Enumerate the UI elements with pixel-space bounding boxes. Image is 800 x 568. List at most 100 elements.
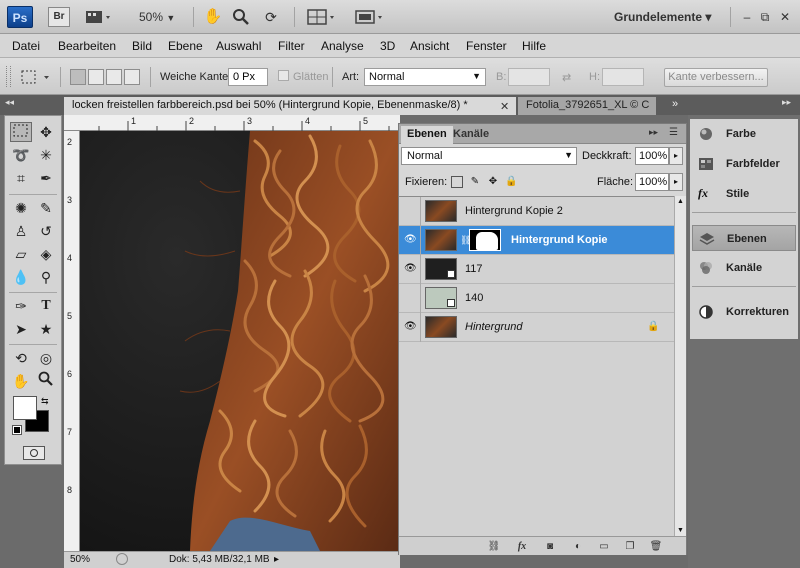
hand-tool-icon[interactable]: ✋ — [202, 7, 224, 27]
dock-item-farbfelder[interactable]: Farbfelder — [692, 151, 796, 177]
new-group-icon[interactable]: ▭ — [597, 540, 611, 553]
menu-bild[interactable]: Bild — [132, 39, 152, 53]
lock-transparency-icon[interactable] — [451, 176, 463, 188]
zoom-tool-icon[interactable] — [35, 371, 57, 391]
visibility-toggle[interactable]: 👁 — [399, 226, 421, 255]
status-menu-arrow[interactable]: ▸ — [274, 554, 279, 565]
bridge-button[interactable]: Br — [48, 7, 70, 27]
dock-item-farbe[interactable]: Farbe — [692, 121, 796, 147]
paint-bucket-tool-icon[interactable]: ◈ — [35, 244, 57, 264]
brush-tool-icon[interactable]: ✎ — [35, 198, 57, 218]
rotate-view-icon[interactable]: ⟳ — [260, 7, 282, 27]
magic-wand-tool-icon[interactable]: ✳ — [35, 145, 57, 165]
menu-fenster[interactable]: Fenster — [466, 39, 507, 53]
restore-button[interactable]: ⧉ — [756, 9, 774, 25]
dock-item-stile[interactable]: fx Stile — [692, 181, 796, 207]
zoom-tool-icon[interactable] — [230, 7, 252, 27]
menu-datei[interactable]: Datei — [12, 39, 40, 53]
history-brush-tool-icon[interactable]: ↺ — [35, 221, 57, 241]
close-icon[interactable]: ✕ — [500, 100, 509, 113]
add-selection-icon[interactable] — [88, 69, 104, 85]
tab-channels[interactable]: Kanäle — [447, 126, 495, 144]
tab-document-active[interactable]: locken freistellen farbbereich.psd bei 5… — [64, 97, 516, 115]
refine-edge-button[interactable]: Kante verbessern... — [664, 68, 768, 87]
type-tool-icon[interactable]: T — [35, 296, 57, 316]
feather-input[interactable] — [228, 68, 268, 86]
zoom-level-dropdown[interactable]: 50% ▼ — [130, 7, 182, 27]
lasso-tool-icon[interactable]: ➰ — [10, 145, 32, 165]
quick-mask-icon[interactable] — [23, 446, 45, 460]
tab-overflow-icon[interactable]: » — [672, 98, 678, 110]
new-layer-icon[interactable]: ❐ — [623, 540, 637, 553]
add-mask-icon[interactable]: ◙ — [543, 540, 557, 553]
menu-analyse[interactable]: Analyse — [321, 39, 364, 53]
default-colors-icon[interactable] — [12, 425, 22, 435]
crop-tool-icon[interactable]: ⌗ — [10, 168, 32, 188]
status-zoom[interactable]: 50% — [70, 554, 90, 565]
layer-mask-thumbnail[interactable] — [469, 229, 501, 251]
dodge-tool-icon[interactable]: ⚲ — [35, 267, 57, 287]
opacity-input[interactable]: 100% — [635, 147, 669, 165]
collapse-right-icon[interactable]: ▸▸ — [782, 97, 791, 108]
pen-tool-icon[interactable]: ✑ — [10, 296, 32, 316]
3d-orbit-tool-icon[interactable]: ◎ — [35, 348, 57, 368]
menu-filter[interactable]: Filter — [278, 39, 305, 53]
blur-tool-icon[interactable]: 💧 — [10, 267, 32, 287]
layers-scrollbar[interactable]: ▲ ▼ — [674, 196, 686, 536]
opacity-slider-arrow[interactable]: ▸ — [669, 147, 683, 165]
image-canvas[interactable] — [80, 131, 400, 551]
tool-preset-picker[interactable] — [18, 67, 54, 87]
dock-item-korrekturen[interactable]: Korrekturen — [692, 299, 796, 325]
scroll-up-icon[interactable]: ▲ — [677, 198, 684, 205]
options-grip[interactable] — [6, 66, 11, 87]
intersect-selection-icon[interactable] — [124, 69, 140, 85]
link-layers-icon[interactable]: ⛓ — [487, 540, 501, 553]
blend-mode-select[interactable]: Normal ▼ — [401, 147, 577, 165]
menu-hilfe[interactable]: Hilfe — [522, 39, 546, 53]
hand-tool-icon[interactable]: ✋ — [10, 371, 32, 391]
layer-row[interactable]: 140 — [399, 284, 674, 313]
lock-all-icon[interactable]: 🔒 — [505, 176, 517, 188]
antialias-checkbox[interactable] — [278, 70, 289, 81]
visibility-toggle[interactable]: 👁 — [399, 313, 421, 342]
collapse-left-icon[interactable]: ◂◂ — [5, 97, 14, 108]
layer-row[interactable]: 👁 117 — [399, 255, 674, 284]
eraser-tool-icon[interactable]: ▱ — [10, 244, 32, 264]
workspace-switcher[interactable]: Grundelemente ▾ — [614, 10, 711, 24]
marquee-tool-icon[interactable] — [10, 122, 32, 142]
custom-shape-tool-icon[interactable]: ★ — [35, 319, 57, 339]
move-tool-icon[interactable]: ✥ — [35, 122, 57, 142]
screen-mode-button[interactable] — [352, 7, 388, 27]
dock-item-kanale[interactable]: Kanäle — [692, 255, 796, 281]
delete-layer-icon[interactable]: 🗑 — [649, 540, 663, 553]
menu-auswahl[interactable]: Auswahl — [216, 39, 261, 53]
minimize-button[interactable]: – — [738, 9, 756, 25]
visibility-toggle[interactable]: 👁 — [399, 255, 421, 284]
3d-rotate-tool-icon[interactable]: ⟲ — [10, 348, 32, 368]
lock-image-icon[interactable]: ✎ — [469, 176, 481, 188]
clone-stamp-tool-icon[interactable]: ♙ — [10, 221, 32, 241]
panel-menu-icon[interactable]: ☰ — [669, 127, 678, 138]
eyedropper-tool-icon[interactable]: ✒ — [35, 168, 57, 188]
fill-slider-arrow[interactable]: ▸ — [669, 173, 683, 191]
layer-style-icon[interactable]: fx — [515, 540, 529, 553]
panel-collapse-icon[interactable]: ▸▸ — [649, 127, 658, 138]
visibility-toggle[interactable] — [399, 284, 421, 313]
layer-row[interactable]: 👁 Hintergrund 🔒 — [399, 313, 674, 342]
swap-colors-icon[interactable]: ⇆ — [41, 396, 49, 407]
menu-3d[interactable]: 3D — [380, 39, 395, 53]
foreground-color-swatch[interactable] — [13, 396, 37, 420]
tab-layers[interactable]: Ebenen — [401, 126, 453, 144]
path-selection-tool-icon[interactable]: ➤ — [10, 319, 32, 339]
close-button[interactable]: ✕ — [776, 9, 794, 25]
layer-row-selected[interactable]: 👁 ⛓ Hintergrund Kopie — [399, 226, 674, 255]
menu-ansicht[interactable]: Ansicht — [410, 39, 449, 53]
color-swatches[interactable]: ⇆ — [12, 396, 53, 436]
lock-position-icon[interactable]: ✥ — [487, 176, 499, 188]
scroll-down-icon[interactable]: ▼ — [677, 527, 684, 534]
spot-healing-tool-icon[interactable]: ✺ — [10, 198, 32, 218]
new-selection-icon[interactable] — [70, 69, 86, 85]
adjustment-layer-icon[interactable]: ◐ — [571, 540, 585, 553]
menu-ebene[interactable]: Ebene — [168, 39, 203, 53]
fill-input[interactable]: 100% — [635, 173, 669, 191]
